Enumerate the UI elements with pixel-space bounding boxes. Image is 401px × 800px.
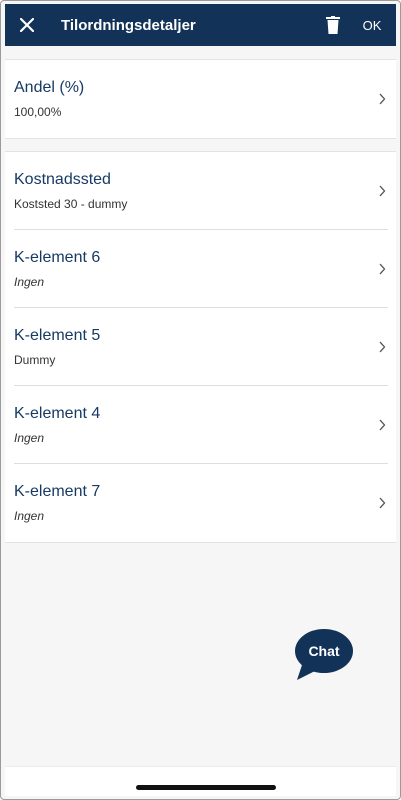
home-indicator[interactable] <box>136 785 276 790</box>
list-item-value: 100,00% <box>14 105 62 119</box>
chevron-right-icon <box>379 497 386 509</box>
dimensions-section: Kostnadssted Koststed 30 - dummy K-eleme… <box>5 151 396 543</box>
page-title: Tilordningsdetaljer <box>61 16 196 34</box>
list-item-label: K-element 7 <box>14 483 101 500</box>
list-item-label: K-element 4 <box>14 405 101 422</box>
close-button[interactable] <box>5 4 49 46</box>
list-item-k-element-4[interactable]: K-element 4 Ingen <box>5 386 396 464</box>
list-item-value: Koststed 30 - dummy <box>14 197 128 211</box>
list-item-value: Ingen <box>14 275 45 289</box>
list-item-label: Kostnadssted <box>14 171 111 188</box>
list-item-label: K-element 5 <box>14 327 101 344</box>
header-bar: Tilordningsdetaljer OK <box>5 4 396 46</box>
list-item-value: Ingen <box>14 431 45 445</box>
chevron-right-icon <box>379 419 386 431</box>
list-item-k-element-5[interactable]: K-element 5 Dummy <box>5 308 396 386</box>
chevron-right-icon <box>379 263 386 275</box>
list-item-value: Ingen <box>14 509 45 523</box>
list-item-value: Dummy <box>14 353 56 367</box>
app-screen: Tilordningsdetaljer OK Andel (%) 100,00%… <box>0 0 401 800</box>
chevron-right-icon <box>379 93 386 105</box>
delete-button[interactable] <box>318 4 348 46</box>
chat-label: Chat <box>308 643 340 659</box>
list-item-label: Andel (%) <box>14 79 85 96</box>
list-item-label: K-element 6 <box>14 249 101 266</box>
bottom-bar <box>5 766 396 796</box>
chevron-right-icon <box>379 341 386 353</box>
chat-button[interactable]: Chat <box>295 629 355 681</box>
list-item-kostnadssted[interactable]: Kostnadssted Koststed 30 - dummy <box>5 152 396 230</box>
close-icon <box>20 18 34 32</box>
list-item-k-element-7[interactable]: K-element 7 Ingen <box>5 464 396 542</box>
chevron-right-icon <box>379 185 386 197</box>
ok-button[interactable]: OK <box>348 17 396 33</box>
share-section: Andel (%) 100,00% <box>5 59 396 139</box>
trash-icon <box>326 16 340 34</box>
list-item-andel[interactable]: Andel (%) 100,00% <box>5 60 396 138</box>
list-item-k-element-6[interactable]: K-element 6 Ingen <box>5 230 396 308</box>
